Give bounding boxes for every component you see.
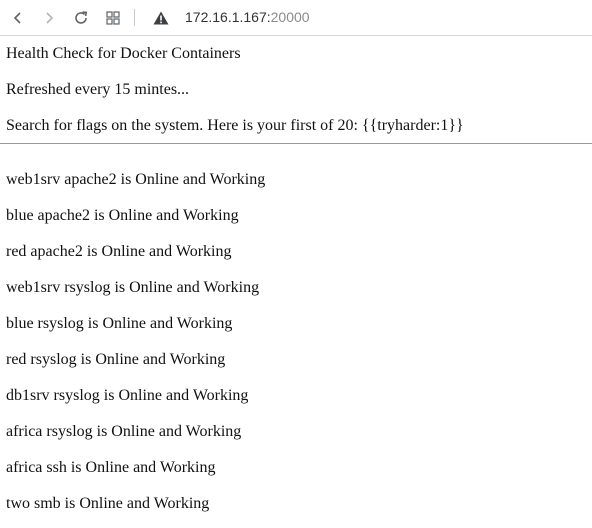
url-host: 172.16.1.167: bbox=[185, 9, 271, 25]
status-line: red apache2 is Online and Working bbox=[6, 243, 232, 260]
apps-grid-icon[interactable] bbox=[103, 8, 123, 28]
status-line: db1srv rsyslog is Online and Working bbox=[6, 387, 249, 404]
status-line: africa rsyslog is Online and Working bbox=[6, 423, 242, 440]
not-secure-warning-icon[interactable] bbox=[151, 8, 171, 28]
flag-hint: Search for flags on the system. Here is … bbox=[6, 117, 464, 134]
forward-icon[interactable] bbox=[39, 8, 59, 28]
address-bar[interactable]: 172.16.1.167:20000 bbox=[185, 9, 310, 26]
reload-icon[interactable] bbox=[71, 8, 91, 28]
status-line: web1srv apache2 is Online and Working bbox=[6, 171, 266, 188]
browser-toolbar: 172.16.1.167:20000 bbox=[0, 0, 592, 36]
back-icon[interactable] bbox=[8, 8, 28, 28]
status-line: africa ssh is Online and Working bbox=[6, 459, 216, 476]
status-line: red rsyslog is Online and Working bbox=[6, 351, 226, 368]
url-port: 20000 bbox=[270, 9, 310, 25]
page-title: Health Check for Docker Containers bbox=[6, 45, 241, 62]
toolbar-divider bbox=[134, 9, 135, 26]
status-line: two smb is Online and Working bbox=[6, 495, 210, 512]
page-content: Health Check for Docker Containers Refre… bbox=[0, 36, 592, 528]
horizontal-rule bbox=[0, 143, 592, 144]
status-line: web1srv rsyslog is Online and Working bbox=[6, 279, 260, 296]
refresh-note: Refreshed every 15 mintes... bbox=[6, 81, 190, 98]
status-line: blue apache2 is Online and Working bbox=[6, 207, 239, 224]
status-line: blue rsyslog is Online and Working bbox=[6, 315, 233, 332]
